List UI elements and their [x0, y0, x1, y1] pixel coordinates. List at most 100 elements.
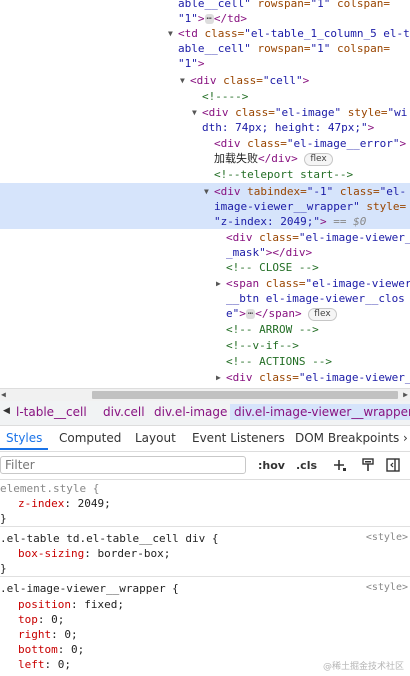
flex-badge[interactable]: flex	[304, 152, 333, 166]
rule-source-link[interactable]: <style>	[366, 532, 408, 543]
tag-open: <div	[214, 137, 241, 150]
breadcrumb-item[interactable]: div.cell	[103, 405, 145, 419]
breadcrumb-item[interactable]: div.el-image	[154, 405, 227, 419]
comment-node[interactable]: <!---->	[202, 89, 248, 104]
scroll-right-arrow-icon[interactable]: ▶	[403, 390, 408, 399]
comment-node[interactable]: <!--v-if-->	[226, 338, 299, 353]
tree-line[interactable]: "1"> ⋯ </td>	[178, 11, 247, 26]
tree-line[interactable]: <div class="el-image-viewer_	[226, 230, 410, 245]
styles-pane: element.style { z-index: 2049; } .el-tab…	[0, 480, 410, 676]
tab-computed[interactable]: Computed	[59, 431, 121, 445]
hov-toggle[interactable]: :hov	[258, 459, 285, 472]
comment-node[interactable]: <!--teleport start-->	[214, 167, 353, 182]
css-property-name[interactable]: left	[18, 658, 45, 671]
tag-close: </td>	[213, 12, 248, 25]
css-property-value[interactable]: 2049;	[78, 497, 111, 510]
rule-selector[interactable]: element.style {	[0, 482, 99, 495]
comment-node[interactable]: <!-- ARROW -->	[226, 322, 319, 337]
css-property-value[interactable]: 0;	[58, 658, 71, 671]
attr-name: tabindex=	[240, 185, 307, 198]
ellipsis-icon[interactable]: ⋯	[204, 14, 214, 24]
tag-open: <span	[226, 277, 260, 290]
rule-selector[interactable]: .el-table td.el-table__cell div {	[0, 532, 219, 545]
tab-event-listeners[interactable]: Event Listeners	[192, 431, 285, 445]
css-property-value[interactable]: fixed;	[84, 598, 124, 611]
selected-tree-line[interactable]: <div tabindex="-1" class="el-	[214, 184, 406, 199]
tag-close: </div>	[258, 152, 298, 165]
attr-value: "el-table_1_column_5 el-t	[244, 27, 410, 40]
attr-value: "1"	[178, 12, 198, 25]
computed-styles-icon[interactable]	[360, 457, 376, 473]
tree-line[interactable]: __btn el-image-viewer__clos	[226, 291, 405, 306]
horizontal-scrollbar[interactable]: ◀ ▶	[0, 388, 410, 401]
tree-line[interactable]: able__cell" rowspan="1" colspan=	[178, 41, 390, 56]
tab-layout[interactable]: Layout	[135, 431, 176, 445]
selected-tree-line[interactable]: image-viewer__wrapper" style=	[214, 199, 406, 214]
css-property-name[interactable]: box-sizing	[18, 547, 84, 560]
css-property-value[interactable]: border-box;	[97, 547, 170, 560]
tree-line[interactable]: <div class="el-image__error">	[214, 136, 406, 151]
style-rule-element[interactable]: element.style { z-index: 2049; }	[0, 480, 410, 527]
collapse-triangle-icon[interactable]: ▼	[168, 26, 173, 41]
scroll-left-arrow-icon[interactable]: ◀	[1, 390, 6, 399]
style-rule-table-cell[interactable]: .el-table td.el-table__cell div { <style…	[0, 530, 410, 577]
ellipsis-icon[interactable]: ⋯	[245, 309, 256, 319]
breadcrumb-item[interactable]: l-table__cell	[16, 405, 87, 419]
tree-line[interactable]: e"> ⋯ </span> flex	[226, 306, 337, 321]
css-property-name[interactable]: z-index	[18, 497, 64, 510]
tab-styles[interactable]: Styles	[6, 431, 42, 445]
flex-badge[interactable]: flex	[308, 307, 337, 321]
tree-line[interactable]: dth: 74px; height: 47px;">	[202, 120, 374, 135]
css-property-name[interactable]: bottom	[18, 643, 58, 656]
css-property-name[interactable]: position	[18, 598, 71, 611]
attr-value: "el-image-viewer_	[298, 231, 410, 244]
css-property-value[interactable]: 0;	[64, 628, 77, 641]
cls-toggle[interactable]: .cls	[296, 459, 317, 472]
css-property-name[interactable]: top	[18, 613, 38, 626]
collapse-triangle-icon[interactable]: ▼	[180, 73, 185, 88]
expand-triangle-icon[interactable]: ▶	[216, 370, 221, 385]
css-property-value[interactable]: 0;	[51, 613, 64, 626]
attr-value: image-viewer__wrapper"	[214, 200, 360, 213]
elements-tree[interactable]: able__cell" rowspan="1" colspan= "1"> ⋯ </…	[0, 0, 410, 388]
sidebar-toggle-icon[interactable]	[385, 457, 401, 473]
rule-source-link[interactable]: <style>	[366, 582, 408, 593]
attr-name: class=	[252, 371, 299, 384]
tag-open: <div	[214, 185, 241, 198]
tag-bracket: >	[197, 12, 205, 25]
tree-line[interactable]: <span class="el-image-viewer	[226, 276, 410, 291]
comment-node[interactable]: <!-- CLOSE -->	[226, 260, 319, 275]
new-style-rule-icon[interactable]	[332, 457, 348, 473]
more-tabs-icon[interactable]: ›	[403, 431, 408, 445]
tree-line[interactable]: "1">	[178, 56, 205, 71]
css-property-name[interactable]: right	[18, 628, 51, 641]
css-property-value[interactable]: 0;	[71, 643, 84, 656]
expand-triangle-icon[interactable]: ▶	[216, 276, 221, 291]
rule-close-brace: }	[0, 562, 7, 575]
tree-line[interactable]: 加载失败</div> flex	[214, 151, 333, 166]
breadcrumb-scroll-left-icon[interactable]: ◀	[3, 406, 10, 416]
tree-line[interactable]: _mask"></div>	[226, 245, 312, 260]
tree-line[interactable]: able__cell" rowspan="1" colspan=	[178, 0, 390, 11]
attr-name: style=	[341, 106, 388, 119]
rule-selector[interactable]: .el-image-viewer__wrapper {	[0, 582, 179, 595]
tree-line[interactable]: <div class="el-image-viewer_	[226, 370, 410, 385]
scrollbar-thumb[interactable]	[92, 391, 398, 399]
tab-dom-breakpoints[interactable]: DOM Breakpoints	[295, 431, 399, 445]
collapse-triangle-icon[interactable]: ▼	[192, 105, 197, 120]
tree-line[interactable]: <div class="el-image" style="wi	[202, 105, 407, 120]
tag-bracket: >	[319, 215, 327, 228]
attr-name: style=	[359, 200, 407, 213]
comment-node[interactable]: <!-- ACTIONS -->	[226, 354, 332, 369]
filter-input[interactable]	[0, 456, 246, 474]
tree-line[interactable]: <td class="el-table_1_column_5 el-t	[178, 26, 410, 41]
selected-tree-line[interactable]: "z-index: 2049;"> == $0	[214, 214, 366, 229]
attr-name: class=	[259, 277, 306, 290]
tree-line[interactable]: <div class="cell">	[190, 73, 309, 88]
attr-value: able__cell"	[178, 0, 251, 10]
tag-open: <td	[178, 27, 198, 40]
rule-close-brace: }	[0, 512, 7, 525]
collapse-triangle-icon[interactable]: ▼	[204, 184, 209, 199]
attr-name: class=	[228, 106, 275, 119]
breadcrumb-item-selected[interactable]: div.el-image-viewer__wrapper	[230, 404, 410, 420]
